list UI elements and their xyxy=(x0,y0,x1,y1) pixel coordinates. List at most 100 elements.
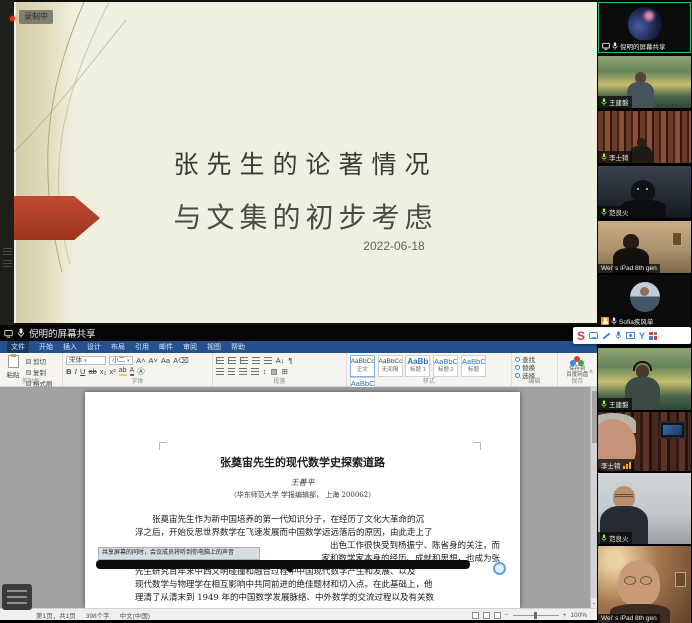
sogou-logo-icon[interactable]: S xyxy=(577,330,585,342)
participant-name: Sofia疾风单 xyxy=(619,316,653,326)
superscript-button[interactable]: x² xyxy=(109,367,115,376)
slide-list-icon[interactable] xyxy=(3,260,12,261)
participant-tile-screenshare[interactable]: 倪明的屏幕共享 xyxy=(598,2,691,53)
emoji-picture-icon[interactable] xyxy=(626,332,635,339)
decrease-indent-icon[interactable] xyxy=(252,357,260,364)
participant-tile[interactable]: 范良火 xyxy=(598,473,691,544)
voice-input-icon[interactable] xyxy=(615,331,622,340)
sort-icon[interactable]: A↓ xyxy=(276,356,285,365)
tab-review[interactable]: 审阅 xyxy=(183,342,197,352)
floating-panel-icon[interactable] xyxy=(2,584,32,610)
language-status[interactable]: 中文(中国) xyxy=(120,610,150,620)
style-heading2[interactable]: AaBbC 标题 2 xyxy=(433,355,458,377)
shading-icon[interactable]: ▨ xyxy=(271,367,278,376)
enclose-char-button[interactable]: Ⓐ xyxy=(137,367,145,376)
style-title[interactable]: AaBbC 标题 xyxy=(461,355,486,377)
tab-references[interactable]: 引用 xyxy=(135,342,149,352)
document-page[interactable]: 张奠宙先生的现代数学史探索道路 王善平 （华东师范大学 学报编辑部， 上海 20… xyxy=(85,392,520,608)
highlight-color-button[interactable]: ab xyxy=(119,367,127,376)
tab-mailings[interactable]: 邮件 xyxy=(159,342,173,352)
tab-file[interactable]: 文件 xyxy=(7,341,29,353)
word-count[interactable]: 398个字 xyxy=(86,610,110,620)
handwriting-icon[interactable] xyxy=(602,332,610,339)
slide-canvas: 张先生的论著情况 与文集的初步考虑 2022-06-18 xyxy=(14,2,597,323)
tab-help[interactable]: 帮助 xyxy=(231,342,245,352)
zoom-slider[interactable] xyxy=(513,615,559,616)
font-name-select[interactable]: 宋体 xyxy=(66,356,106,365)
participant-tile[interactable]: Sofia疾风单 xyxy=(598,275,691,327)
tab-view[interactable]: 视图 xyxy=(207,342,221,352)
page-count[interactable]: 第1页，共1页 xyxy=(36,610,76,620)
participant-name: Wei' s iPad 8th gen xyxy=(601,265,657,272)
zoom-level[interactable]: 100% xyxy=(570,612,587,619)
participant-tile[interactable]: 王建磐 xyxy=(598,56,691,108)
pilcrow-icon[interactable]: ¶ xyxy=(289,356,293,365)
shrink-font-button[interactable]: A˅ xyxy=(148,356,157,365)
subscript-button[interactable]: x₂ xyxy=(100,367,107,376)
bullets-icon[interactable] xyxy=(216,357,224,364)
align-right-icon[interactable] xyxy=(239,368,247,375)
borders-icon[interactable]: ⊞ xyxy=(282,367,288,376)
mic-icon xyxy=(611,317,617,325)
participant-tile[interactable]: Wei' s iPad 8th gen xyxy=(598,221,691,273)
replace-icon xyxy=(515,365,520,370)
zoom-in-button[interactable]: + xyxy=(563,612,567,619)
tab-home[interactable]: 开始 xyxy=(39,342,53,352)
strikethrough-button[interactable]: ab xyxy=(88,367,96,376)
increase-indent-icon[interactable] xyxy=(264,357,272,364)
style-heading1[interactable]: AaBb 标题 1 xyxy=(405,355,430,377)
slide-comments-icon[interactable] xyxy=(3,248,12,249)
participant-tile[interactable]: Wei' s iPad 8th gen xyxy=(598,546,691,623)
print-layout-icon[interactable] xyxy=(483,612,490,619)
document-scrollbar[interactable]: ⌄ xyxy=(590,387,597,608)
italic-button[interactable]: I xyxy=(75,367,78,376)
styles-group-label: 样式 xyxy=(347,376,511,385)
underline-button[interactable]: U xyxy=(80,367,85,376)
bold-button[interactable]: B xyxy=(66,367,71,376)
style-no-spacing[interactable]: AaBbCcDd 无间隔 xyxy=(378,355,403,377)
font-size-select[interactable]: 小二 xyxy=(109,356,133,365)
skin-tool-icon[interactable]: Y xyxy=(639,331,645,341)
find-icon xyxy=(515,357,520,362)
align-center-icon[interactable] xyxy=(228,368,235,375)
participant-tile[interactable]: 王建磐 xyxy=(598,348,691,410)
audio-level-icon xyxy=(623,462,631,469)
participant-tile[interactable]: 李士锜 xyxy=(598,412,691,471)
participant-tile[interactable]: 李士锜 xyxy=(598,111,691,163)
document-area: 张奠宙先生的现代数学史探索道路 王善平 （华东师范大学 学报编辑部， 上海 20… xyxy=(0,387,597,608)
document-affiliation: （华东师范大学 学报编辑部， 上海 200062） xyxy=(85,490,520,500)
justify-icon[interactable] xyxy=(251,368,259,375)
glasses xyxy=(615,494,633,497)
line-spacing-icon[interactable]: ↕ xyxy=(263,367,267,376)
cut-button[interactable]: 剪切 xyxy=(26,356,53,366)
presentation-slide: 张先生的论著情况 与文集的初步考虑 2022-06-18 录制中 xyxy=(0,0,597,325)
word-menu-bar: 文件 开始 插入 设计 布局 引用 邮件 审阅 视图 帮助 xyxy=(0,341,597,353)
mic-icon xyxy=(601,98,607,106)
clear-format-button[interactable]: A⌫ xyxy=(173,356,189,365)
scroll-down-icon[interactable]: ⌄ xyxy=(591,598,597,608)
avatar xyxy=(628,7,662,41)
tab-design[interactable]: 设计 xyxy=(87,342,101,352)
scrollbar-thumb[interactable] xyxy=(592,391,597,443)
participant-tile[interactable]: 范良火 xyxy=(598,166,691,218)
grow-font-button[interactable]: A˄ xyxy=(136,356,145,365)
para-line: 浮之后，开始反思世界数学在飞速发展而中国数学远远落后的原因，由此走上了 xyxy=(135,527,500,540)
participant-name: Wei' s iPad 8th gen xyxy=(601,615,657,622)
align-left-icon[interactable] xyxy=(216,368,224,375)
mic-icon xyxy=(601,153,607,161)
read-mode-icon[interactable] xyxy=(472,612,479,619)
participant-video xyxy=(598,546,691,623)
zoom-slider-thumb[interactable] xyxy=(534,612,537,619)
numbering-icon[interactable] xyxy=(228,357,236,364)
zoom-out-button[interactable]: − xyxy=(505,612,509,619)
multilevel-list-icon[interactable] xyxy=(240,357,248,364)
tab-layout[interactable]: 布局 xyxy=(111,342,125,352)
toolbox-grid-icon[interactable] xyxy=(649,332,657,340)
style-normal[interactable]: AaBbCcDd 正文 xyxy=(350,355,375,377)
input-mode-icon[interactable] xyxy=(589,332,598,339)
web-layout-icon[interactable] xyxy=(494,612,501,619)
collapse-ribbon-icon[interactable]: ˄ xyxy=(589,369,593,376)
change-case-button[interactable]: Aa xyxy=(161,356,170,365)
font-color-button[interactable]: A xyxy=(130,367,135,376)
tab-insert[interactable]: 插入 xyxy=(63,342,77,352)
